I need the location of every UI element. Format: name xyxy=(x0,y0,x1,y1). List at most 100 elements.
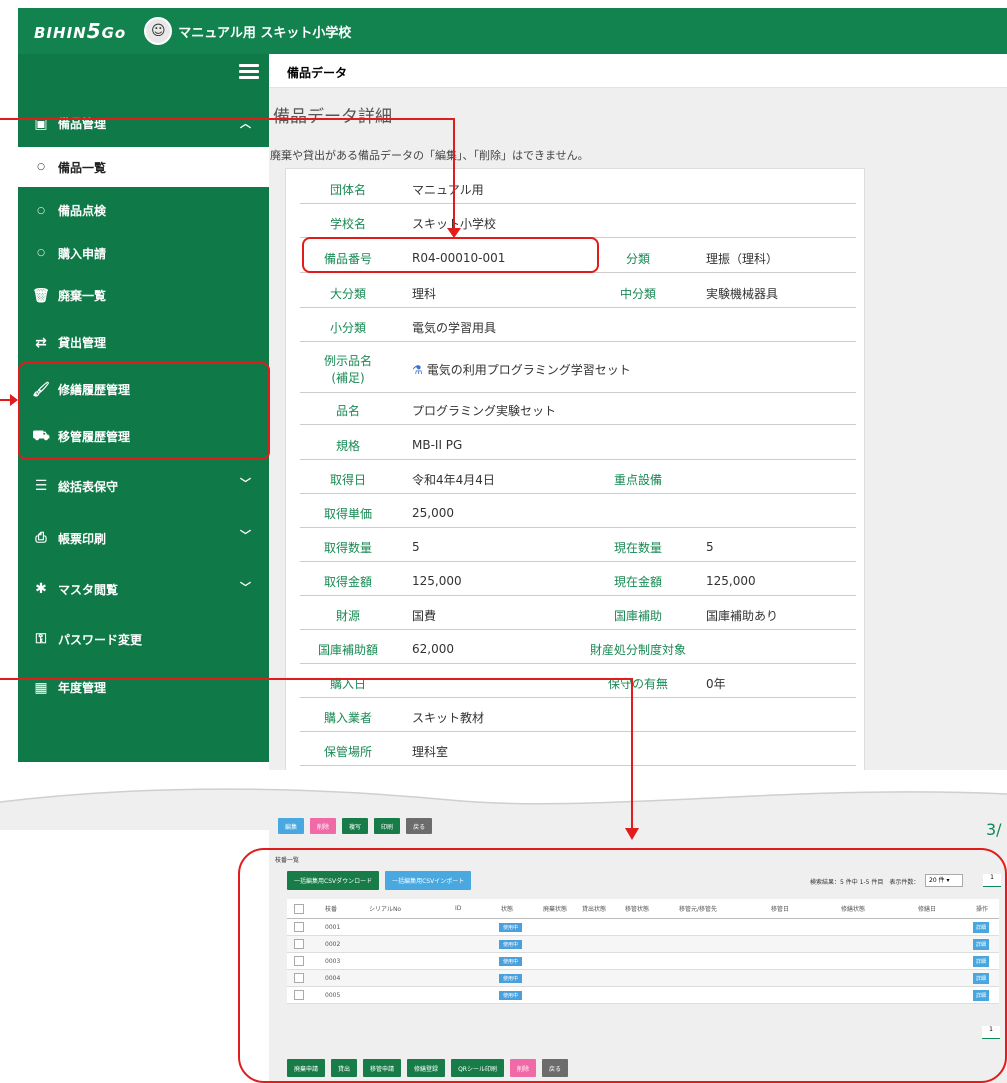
edit-button[interactable]: 編集 xyxy=(278,818,305,834)
highlight-box-branch-list xyxy=(238,848,1007,1083)
circle-bullet-icon: ○ xyxy=(37,248,45,258)
sidebar-item-label: 総括表保守 xyxy=(58,479,119,494)
user-avatar-icon[interactable]: ☺ xyxy=(144,17,173,45)
sidebar-item-label: 備品点検 xyxy=(58,204,107,218)
page-title: 備品データ詳細 xyxy=(273,107,392,127)
annotation-line xyxy=(0,118,455,120)
field-label: 例示品名 (補足) xyxy=(323,353,372,385)
field-value: 理振（理科） xyxy=(706,251,779,266)
sidebar-item-label: 廃棄一覧 xyxy=(58,289,107,303)
page-note: 廃棄や貸出がある備品データの「編集」、「削除」はできません。 xyxy=(270,149,589,162)
field-value: 令和4年4月4日 xyxy=(412,472,495,487)
sidebar-item-password[interactable]: ⚿ パスワード変更 xyxy=(18,614,269,664)
sidebar-item-lending[interactable]: ⇄ 貸出管理 xyxy=(18,319,269,366)
back-button[interactable]: 戻る xyxy=(406,818,433,834)
app-logo[interactable]: BIHIN5Go xyxy=(34,19,126,43)
sidebar-item-label: 貸出管理 xyxy=(58,336,107,350)
arrow-down-icon xyxy=(447,228,461,238)
field-value: 実験機械器具 xyxy=(706,286,779,301)
field-value: 国庫補助あり xyxy=(706,608,779,623)
flask-icon: ⚗ xyxy=(412,363,423,377)
sidebar-item-fiscal-year[interactable]: ▦ 年度管理 xyxy=(18,664,269,711)
print-button[interactable]: 印刷 xyxy=(374,818,401,834)
list-icon: ☰ xyxy=(34,478,48,494)
detail-row: 購入日 保守の有無 0年 xyxy=(300,669,856,698)
field-value: 62,000 xyxy=(412,642,454,656)
field-value: 125,000 xyxy=(412,574,462,588)
delete-button[interactable]: 削除 xyxy=(310,818,337,834)
field-label: 国庫補助額 xyxy=(317,642,378,657)
chevron-down-icon: ﹀ xyxy=(240,529,251,542)
field-value: スキット教材 xyxy=(412,710,485,725)
sidebar-item-label: 購入申請 xyxy=(58,246,107,261)
sidebar-item-print[interactable]: ⎙ 帳票印刷 ﹀ xyxy=(18,512,269,564)
detail-actions: 編集 削除 複写 印刷 戻る xyxy=(278,818,433,834)
chevron-down-icon: ﹀ xyxy=(240,581,251,594)
sidebar-item-equipment-list[interactable]: ○ 備品一覧 xyxy=(18,147,269,187)
field-value: 理科 xyxy=(412,286,437,301)
sidebar-item-equipment[interactable]: ▣ 備品管理 ︿ xyxy=(18,100,269,147)
detail-row: 規格 MB-II PG xyxy=(300,431,856,460)
gear-icon: ✱ xyxy=(35,581,47,597)
field-value: 5 xyxy=(706,540,714,554)
sidebar-item-label: 年度管理 xyxy=(58,681,107,695)
annotation-line xyxy=(453,118,455,234)
detail-row: 財源 国費 国庫補助 国庫補助あり xyxy=(300,601,856,630)
highlight-box-equipment-number xyxy=(302,237,599,273)
field-label: 品名 xyxy=(335,403,360,418)
main-content: 備品データ詳細 廃棄や貸出がある備品データの「編集」、「削除」はできません。 団… xyxy=(269,88,1007,778)
field-label: 小分類 xyxy=(329,320,366,335)
breadcrumb: 備品データ xyxy=(269,54,1007,88)
sidebar-item-summary[interactable]: ☰ 総括表保守 ﹀ xyxy=(18,460,269,512)
field-value-wrapper: ⚗ 電気の利用プログラミング学習セット xyxy=(396,361,696,378)
field-value: 25,000 xyxy=(412,506,454,520)
sidebar-item-disposal[interactable]: 🗑 廃棄一覧 xyxy=(18,272,269,319)
trash-icon: 🗑 xyxy=(32,287,50,304)
circle-bullet-icon: ○ xyxy=(37,205,45,216)
detail-row: 購入業者 スキット教材 xyxy=(300,703,856,732)
sidebar-item-inspection[interactable]: ○ 備品点検 xyxy=(18,187,269,234)
field-value: 電気の学習用具 xyxy=(412,320,497,335)
detail-row: 国庫補助額 62,000 財産処分制度対象 xyxy=(300,635,856,664)
detail-row: 小分類 電気の学習用具 xyxy=(300,313,856,342)
field-label: 購入業者 xyxy=(323,710,372,725)
detail-row: 取得日 令和4年4月4日 重点設備 xyxy=(300,465,856,494)
field-label: 保管場所 xyxy=(323,744,372,759)
swap-icon: ⇄ xyxy=(35,334,47,351)
field-value: スキット小学校 xyxy=(396,215,576,232)
circle-bullet-icon: ○ xyxy=(37,162,45,172)
field-label: 国庫補助 xyxy=(613,608,662,623)
field-label: 規格 xyxy=(335,438,360,453)
field-label: 財源 xyxy=(335,608,360,623)
field-label: 財産処分制度対象 xyxy=(589,642,686,657)
arrow-down-icon xyxy=(625,828,639,840)
field-value: 理科室 xyxy=(412,744,449,759)
sidebar-item-label: 備品一覧 xyxy=(58,160,107,175)
school-name: マニュアル用 スキット小学校 xyxy=(178,25,352,41)
detail-row: 取得数量 5 現在数量 5 xyxy=(300,533,856,562)
field-value: MB-II PG xyxy=(412,438,463,452)
field-label: 大分類 xyxy=(329,286,366,301)
sidebar-item-master[interactable]: ✱ マスタ閲覧 ﹀ xyxy=(18,564,269,614)
field-label: 中分類 xyxy=(619,286,656,301)
field-label: 取得数量 xyxy=(323,540,372,555)
field-value: 5 xyxy=(412,540,420,554)
sidebar-item-label: マスタ閲覧 xyxy=(58,582,119,597)
logo-prefix: BIHIN xyxy=(34,24,87,42)
field-value: 125,000 xyxy=(706,574,756,588)
highlight-box-history-menu xyxy=(18,362,270,460)
detail-row: 学校名 スキット小学校 xyxy=(300,209,856,238)
detail-row: 団体名 マニュアル用 xyxy=(300,175,856,204)
sidebar-item-purchase[interactable]: ○ 購入申請 xyxy=(18,234,269,272)
page-indicator: 3/ xyxy=(986,820,1002,839)
calendar-icon: ▦ xyxy=(34,679,48,696)
arrow-right-icon xyxy=(0,394,18,406)
copy-button[interactable]: 複写 xyxy=(342,818,369,834)
detail-row: 大分類 理科 中分類 実験機械器具 xyxy=(300,279,856,308)
field-label: 取得日 xyxy=(329,472,366,487)
field-value: プログラミング実験セット xyxy=(412,403,557,418)
detail-row: 例示品名 (補足) ⚗ 電気の利用プログラミング学習セット xyxy=(300,347,856,393)
hamburger-menu-icon[interactable] xyxy=(239,64,259,80)
top-bar: BIHIN5Go ☺ マニュアル用 スキット小学校 xyxy=(18,8,1007,54)
field-label: 現在数量 xyxy=(613,540,662,555)
